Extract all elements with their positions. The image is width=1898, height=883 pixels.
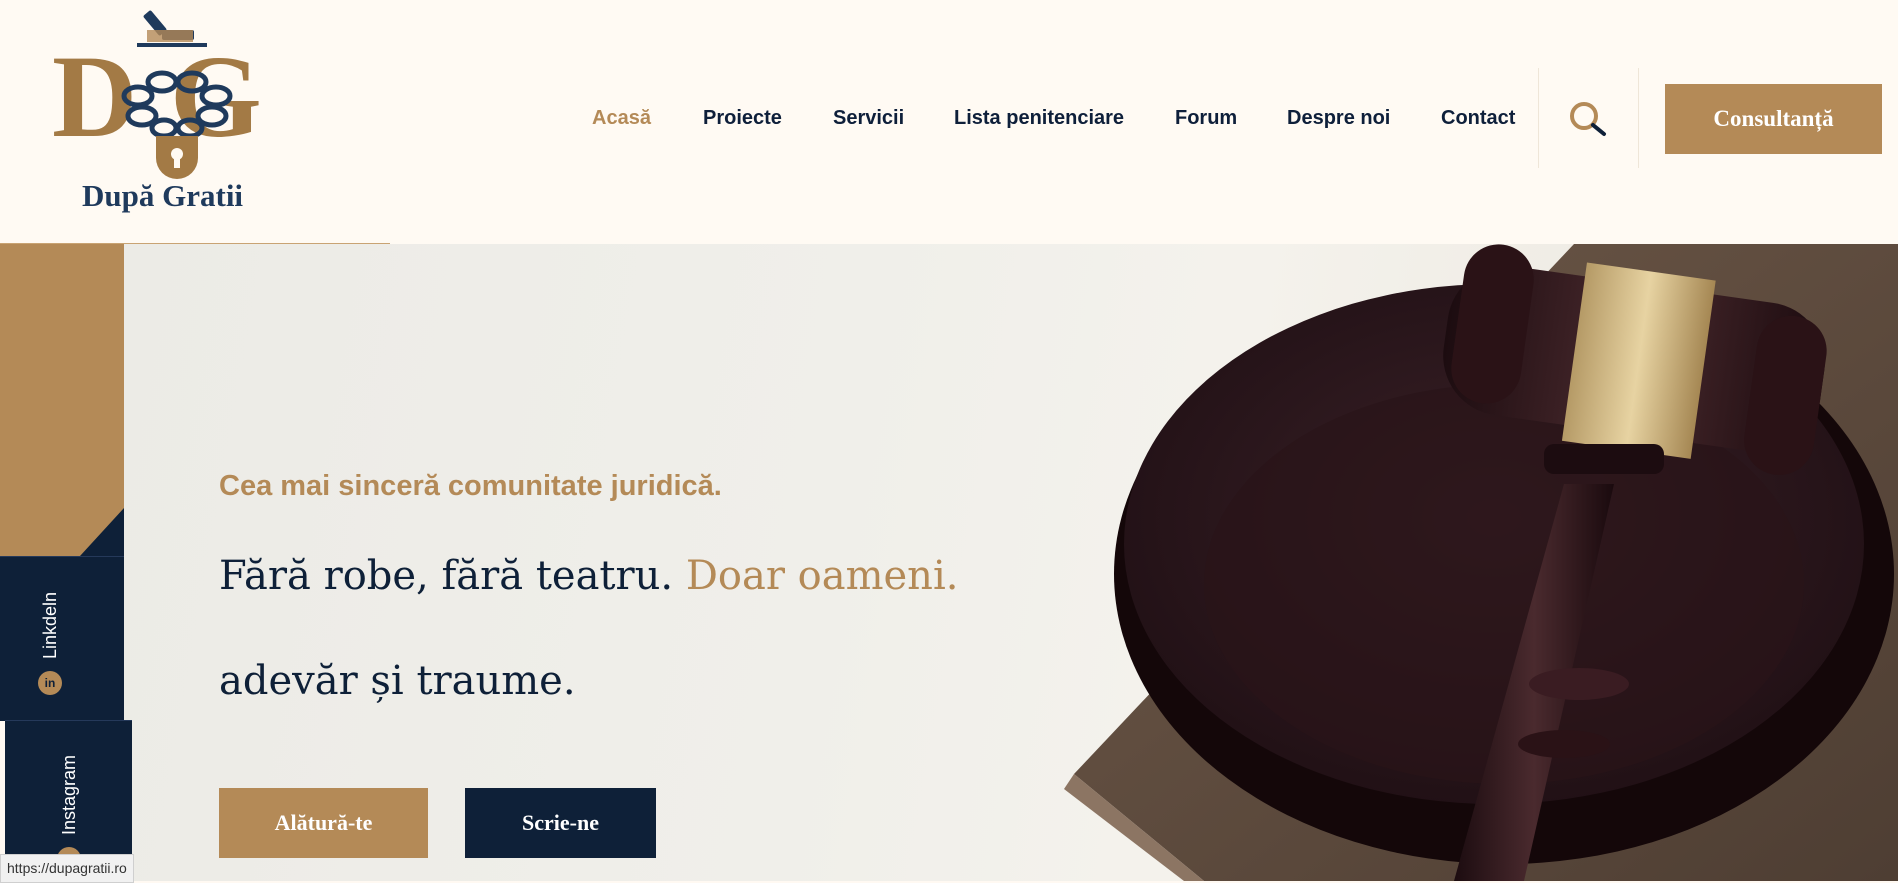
hero-headline: Fără robe, fără teatru. Doar oameni. [219,553,958,599]
nav-item-lista-penitenciare[interactable]: Lista penitenciare [954,107,1124,130]
hero-headline-accent: Doar oameni. [685,553,959,599]
nav-item-acasa[interactable]: Acasă [592,107,651,130]
sidebar-corner [80,508,124,556]
linkedin-icon: in [38,671,62,695]
search-button[interactable] [1568,100,1608,140]
write-us-button[interactable]: Scrie-ne [465,788,656,858]
linkedin-label: Linkdeln [40,591,60,659]
nav-item-forum[interactable]: Forum [1175,107,1237,130]
consultanta-button[interactable]: Consultanță [1665,84,1882,154]
linkedin-link[interactable]: Linkdeln in [0,556,124,721]
hero-headline-line2: adevăr și traume. [219,658,576,704]
site-header: D G După Gratii Acasă Proiecte Servicii … [0,0,1898,244]
nav-divider [1638,68,1639,168]
nav-item-proiecte[interactable]: Proiecte [703,107,782,130]
logo-wordmark[interactable]: După Gratii [82,178,243,214]
search-icon [1570,102,1606,136]
hero-headline-main: Fără robe, fără teatru. [219,553,674,599]
status-bar-url: https://dupagratii.ro [0,854,134,883]
nav-item-despre-noi[interactable]: Despre noi [1287,107,1390,130]
instagram-label: Instagram [59,754,79,835]
nav-divider [1538,68,1539,168]
nav-item-contact[interactable]: Contact [1441,107,1515,130]
nav-item-servicii[interactable]: Servicii [833,107,904,130]
hero-tagline: Cea mai sinceră comunitate juridică. [219,470,722,502]
join-button[interactable]: Alătură-te [219,788,428,858]
